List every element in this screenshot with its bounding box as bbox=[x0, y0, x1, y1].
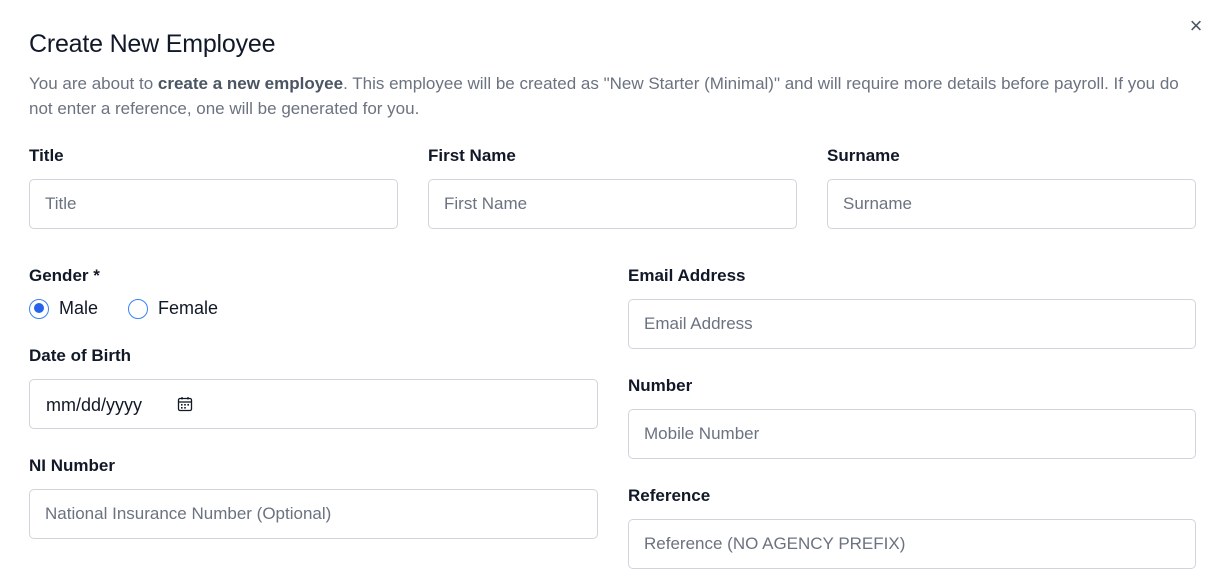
first-name-input[interactable] bbox=[428, 179, 797, 229]
gender-option-label: Female bbox=[158, 298, 219, 318]
reference-input[interactable] bbox=[628, 519, 1196, 569]
ni-number-label: NI Number bbox=[29, 456, 115, 475]
close-icon[interactable]: × bbox=[1186, 15, 1206, 37]
description-pre: You are about to bbox=[29, 74, 158, 93]
dialog-description: You are about to create a new employee. … bbox=[29, 71, 1194, 121]
email-label: Email Address bbox=[628, 266, 746, 285]
gender-option-label: Male bbox=[59, 298, 99, 318]
reference-label: Reference bbox=[628, 486, 711, 505]
dob-input[interactable]: mm/dd/yyyy bbox=[29, 379, 598, 429]
gender-radio-male[interactable]: Male bbox=[29, 298, 98, 319]
calendar-icon[interactable] bbox=[177, 396, 193, 412]
dob-label: Date of Birth bbox=[29, 346, 131, 365]
description-bold: create a new employee bbox=[157, 74, 344, 93]
dob-placeholder: mm/dd/yyyy bbox=[46, 395, 143, 415]
title-input[interactable] bbox=[29, 179, 398, 229]
first-name-label: First Name bbox=[428, 146, 516, 165]
dialog-title: Create New Employee bbox=[29, 30, 276, 58]
number-label: Number bbox=[628, 376, 693, 395]
surname-label: Surname bbox=[827, 146, 900, 165]
surname-input[interactable] bbox=[827, 179, 1196, 229]
email-input[interactable] bbox=[628, 299, 1196, 349]
title-label: Title bbox=[29, 146, 64, 165]
radio-selected-icon[interactable] bbox=[29, 298, 49, 319]
mobile-number-input[interactable] bbox=[628, 409, 1196, 459]
ni-number-input[interactable] bbox=[29, 489, 598, 539]
radio-unselected-icon[interactable] bbox=[128, 298, 148, 319]
gender-label: Gender * bbox=[29, 266, 100, 285]
gender-radio-female[interactable]: Female bbox=[128, 298, 218, 319]
